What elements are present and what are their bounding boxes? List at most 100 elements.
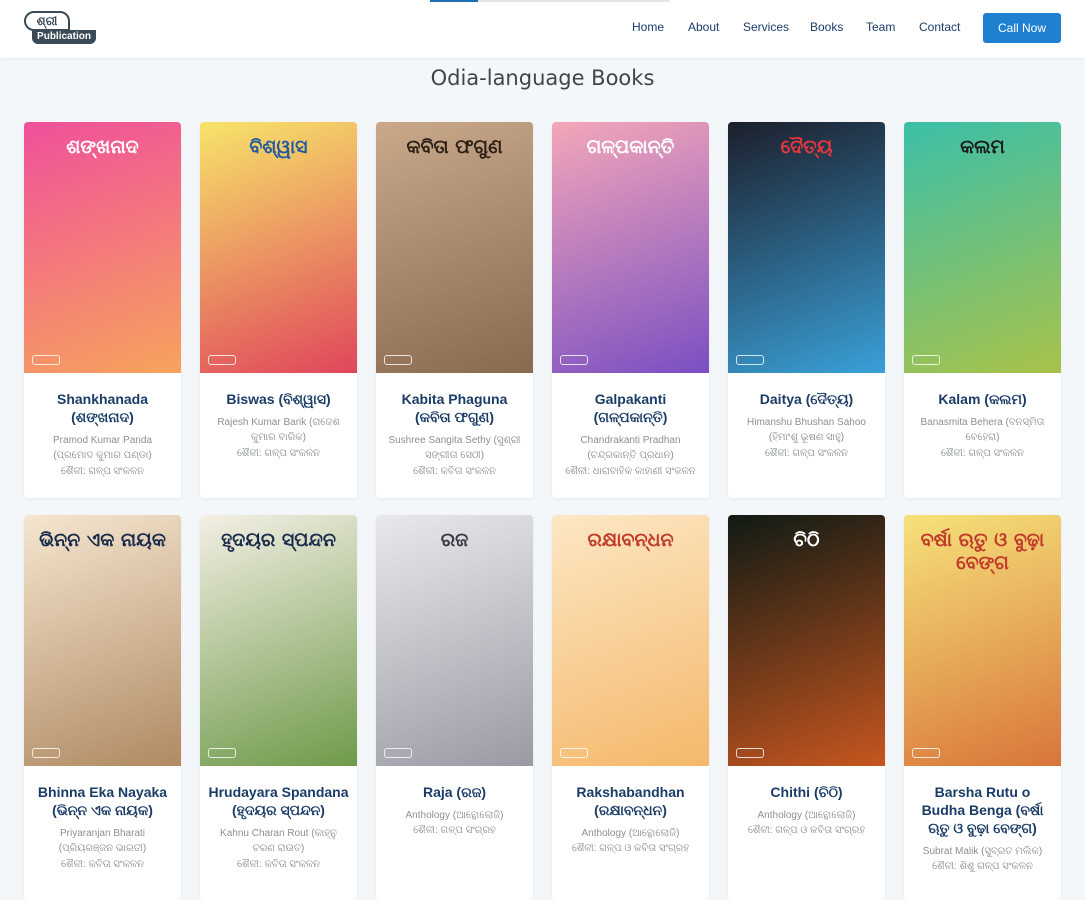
progress-track [430,0,670,2]
book-card[interactable]: ବର୍ଷା ଋତୁ ଓ ବୁଢ଼ା ବେଙ୍ଗ Barsha Rutu o Bud… [904,515,1061,900]
publisher-mark-icon [560,748,588,758]
book-cover[interactable]: ଶଙ୍ଖନାଦ [24,122,181,373]
book-info: Shankhanada (ଶଙ୍ଖନାଦ) Pramod Kumar Panda … [24,373,181,489]
cover-title: ଶଙ୍ଖନାଦ [66,136,139,158]
book-author: Himanshu Bhushan Sahoo (ହିମାଂଶୁ ଭୂଷଣ ସାହ… [747,416,866,444]
book-cover[interactable]: ଚିଠି [728,515,885,766]
book-card[interactable]: ଶଙ୍ଖନାଦ Shankhanada (ଶଙ୍ଖନାଦ) Pramod Kumar… [24,122,181,498]
book-title[interactable]: Barsha Rutu o Budha Benga (ବର୍ଷା ଋତୁ ଓ ବ… [912,784,1053,838]
publisher-mark-icon [208,355,236,365]
book-title[interactable]: Hrudayara Spandana (ହୃଦୟର ସ୍ପନ୍ଦନ) [208,784,349,820]
book-genre: ଶୈଳୀ: କବିତା ସଂକଳନ [237,858,320,870]
call-now-button[interactable]: Call Now [983,13,1061,43]
book-genre: ଶୈଳୀ: ଗଳ୍ପ ସଂଗ୍ରହ [413,825,496,837]
book-title[interactable]: Rakshabandhan (ରକ୍ଷାବନ୍ଧନ) [560,784,701,820]
cover-title: ଗଳ୍ପକାନ୍ତି [586,136,675,158]
book-cover[interactable]: ଦୈତ୍ୟ [728,122,885,373]
book-author: Anthology (ଆନ୍ଥୋଲୋଜି) [405,809,504,821]
nav-services[interactable]: Services [743,20,789,34]
cover-title: ବର୍ଷା ଋତୁ ଓ ବୁଢ଼ା ବେଙ୍ଗ [920,529,1045,574]
publisher-mark-icon [912,355,940,365]
publisher-mark-icon [32,355,60,365]
book-cover[interactable]: କବିତା ଫଗୁଣ [376,122,533,373]
book-card[interactable]: ରଜ Raja (ରଜ) Anthology (ଆନ୍ଥୋଲୋଜି) ଶୈଳୀ: ଗଳ… [376,515,533,900]
publisher-mark-icon [736,748,764,758]
book-cover[interactable]: ବର୍ଷା ଋତୁ ଓ ବୁଢ଼ା ବେଙ୍ଗ [904,515,1061,766]
book-info: Galpakanti (ଗଳ୍ପକାନ୍ତି) Chandrakanti Prad… [552,373,709,489]
book-cover[interactable]: ରଜ [376,515,533,766]
book-author: Anthology (ଆନ୍ଥୋଲୋଜି) [757,809,856,821]
progress-indicator [430,0,478,2]
book-genre: ଶୈଳୀ: ଗଳ୍ପ ଓ କବିତା ସଂଗ୍ରହ [747,825,866,837]
book-cover[interactable]: ଗଳ୍ପକାନ୍ତି [552,122,709,373]
book-info: Barsha Rutu o Budha Benga (ବର୍ଷା ଋତୁ ଓ ବ… [904,766,1061,885]
book-title[interactable]: Chithi (ଚିଠି) [736,784,877,802]
cover-title: ହୃଦୟର ସ୍ପନ୍ଦନ [221,529,336,551]
book-genre: ଶୈଳୀ: ଗଳ୍ପ ଓ କବିତା ସଂଗ୍ରହ [571,843,690,855]
book-genre: ଶୈଳୀ: ଗଳ୍ପ ସଂକଳନ [236,447,321,459]
nav-home[interactable]: Home [632,20,664,34]
book-info: Raja (ରଜ) Anthology (ଆନ୍ଥୋଲୋଜି) ଶୈଳୀ: ଗଳ୍ପ… [376,766,533,849]
cover-title: ରକ୍ଷାବନ୍ଧନ [587,529,674,551]
book-card[interactable]: ଗଳ୍ପକାନ୍ତି Galpakanti (ଗଳ୍ପକାନ୍ତି) Chandra… [552,122,709,498]
cover-title: ରଜ [440,529,469,551]
nav-books[interactable]: Books [810,20,843,34]
book-title[interactable]: Biswas (ବିଶ୍ୱାସ) [208,391,349,409]
publisher-mark-icon [736,355,764,365]
book-title[interactable]: Shankhanada (ଶଙ୍ଖନାଦ) [32,391,173,427]
cover-title: କଲମ [960,136,1005,158]
cover-title: ବିଶ୍ୱାସ [249,136,308,158]
book-info: Biswas (ବିଶ୍ୱାସ) Rajesh Kumar Barik (ରାଜେ… [200,373,357,471]
book-author: Anthology (ଆନ୍ଥୋଲୋଜି) [581,827,680,839]
book-genre: ଶୈଳୀ: ଗଳ୍ପ ସଂକଳନ [60,465,145,477]
book-info: Kabita Phaguna (କବିତା ଫଗୁଣ) Sushree Sangi… [376,373,533,489]
publisher-mark-icon [208,748,236,758]
book-genre: ଶୈଳୀ: ଶିଶୁ ଗଳ୍ପ ସଂକଳନ [932,861,1033,873]
book-card[interactable]: ଦୈତ୍ୟ Daitya (ଦୈତ୍ୟ) Himanshu Bhushan Saho… [728,122,885,498]
book-genre: ଶୈଳୀ: ଗଳ୍ପ ସଂକଳନ [940,447,1025,459]
cover-title: ଦୈତ୍ୟ [780,136,833,158]
book-genre: ଶୈଳୀ: ଗଳ୍ପ ସଂକଳନ [764,447,849,459]
book-card[interactable]: ଭିନ୍ନ ଏକ ନାୟକ Bhinna Eka Nayaka (ଭିନ୍ନ ଏକ… [24,515,181,900]
nav-team[interactable]: Team [866,20,895,34]
book-card[interactable]: ବିଶ୍ୱାସ Biswas (ବିଶ୍ୱାସ) Rajesh Kumar Bari… [200,122,357,498]
site-header: ଶ୍ରୀ ସମ୍ପୂର୍ଣ Publication Home About Ser… [0,0,1085,58]
book-info: Chithi (ଚିଠି) Anthology (ଆନ୍ଥୋଲୋଜି) ଶୈଳୀ: … [728,766,885,849]
book-title[interactable]: Kabita Phaguna (କବିତା ଫଗୁଣ) [384,391,525,427]
book-author: Rajesh Kumar Barik (ରାଜେଶ କୁମାର ବାରିକ) [217,416,340,444]
book-cover[interactable]: ହୃଦୟର ସ୍ପନ୍ଦନ [200,515,357,766]
book-title[interactable]: Galpakanti (ଗଳ୍ପକାନ୍ତି) [560,391,701,427]
book-card[interactable]: ଚିଠି Chithi (ଚିଠି) Anthology (ଆନ୍ଥୋଲୋଜି) ଶୈ… [728,515,885,900]
book-title[interactable]: Bhinna Eka Nayaka (ଭିନ୍ନ ଏକ ନାୟକ) [32,784,173,820]
book-cover[interactable]: ରକ୍ଷାବନ୍ଧନ [552,515,709,766]
book-author: Subrat Malik (ସୁବ୍ରତ ମଲିକ) [922,845,1043,857]
publisher-mark-icon [32,748,60,758]
book-author: Kahnu Charan Rout (କାହ୍ନୁ ଚରଣ ରାଉତ) [220,827,337,855]
book-author: Banasmita Behera (ବନସ୍ମିତା ବେହେରା) [920,416,1045,444]
publisher-mark-icon [384,748,412,758]
book-author: Pramod Kumar Panda (ପ୍ରମୋଦ କୁମାର ପଣ୍ଡା) [53,434,152,462]
book-author: Sushree Sangita Sethy (ସୁଶ୍ରୀ ସଙ୍ଗୀତା ସେ… [388,434,521,462]
book-title[interactable]: Kalam (କଲମ) [912,391,1053,409]
book-author: Chandrakanti Pradhan (ଚନ୍ଦ୍ରକାନ୍ତି ପ୍ରଧା… [580,434,681,462]
publisher-mark-icon [912,748,940,758]
book-card[interactable]: କବିତା ଫଗୁଣ Kabita Phaguna (କବିତା ଫଗୁଣ) Sus… [376,122,533,498]
book-card[interactable]: ରକ୍ଷାବନ୍ଧନ Rakshabandhan (ରକ୍ଷାବନ୍ଧନ) Anth… [552,515,709,900]
book-title[interactable]: Raja (ରଜ) [384,784,525,802]
book-info: Kalam (କଲମ) Banasmita Behera (ବନସ୍ମିତା ବେ… [904,373,1061,471]
book-title[interactable]: Daitya (ଦୈତ୍ୟ) [736,391,877,409]
cover-title: କବିତା ଫଗୁଣ [406,136,503,158]
book-info: Rakshabandhan (ରକ୍ଷାବନ୍ଧନ) Anthology (ଆନ୍… [552,766,709,867]
book-cover[interactable]: ବିଶ୍ୱାସ [200,122,357,373]
book-card[interactable]: କଲମ Kalam (କଲମ) Banasmita Behera (ବନସ୍ମିତା… [904,122,1061,498]
book-info: Daitya (ଦୈତ୍ୟ) Himanshu Bhushan Sahoo (ହି… [728,373,885,471]
book-cover[interactable]: ଭିନ୍ନ ଏକ ନାୟକ [24,515,181,766]
book-cover[interactable]: କଲମ [904,122,1061,373]
book-info: Hrudayara Spandana (ହୃଦୟର ସ୍ପନ୍ଦନ) Kahnu … [200,766,357,882]
logo-script: ଶ୍ରୀ ସମ୍ପୂର୍ଣ [24,11,70,31]
nav-about[interactable]: About [688,20,719,34]
book-genre: ଶୈଳୀ: କବିତା ସଂକଳନ [61,858,144,870]
book-card[interactable]: ହୃଦୟର ସ୍ପନ୍ଦନ Hrudayara Spandana (ହୃଦୟର ସ… [200,515,357,900]
site-logo[interactable]: ଶ୍ରୀ ସମ୍ପୂର୍ଣ Publication [24,11,96,44]
nav-contact[interactable]: Contact [919,20,960,34]
